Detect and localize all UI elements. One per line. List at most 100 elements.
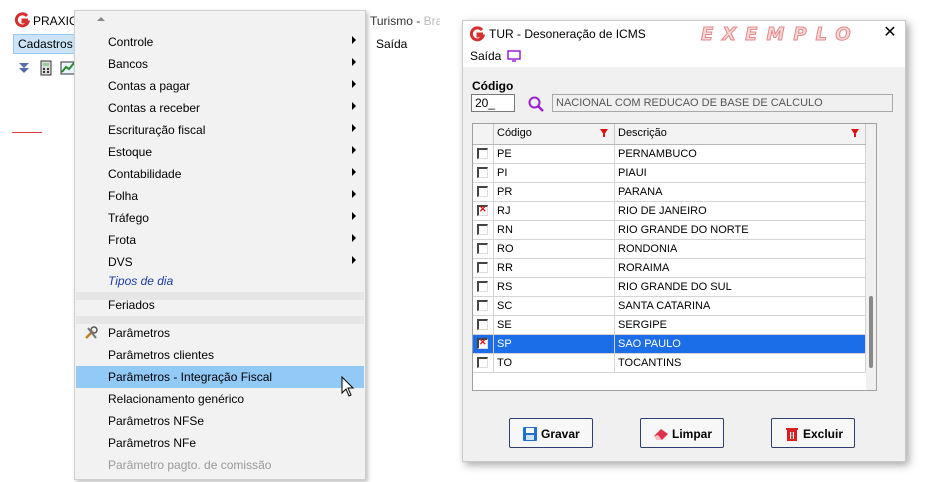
menu-item-tipos-de-dia[interactable]: Tipos de dia (76, 270, 364, 292)
cell-descricao: SERGIPE (615, 316, 866, 335)
menu-item-parametros-nfe[interactable]: Parâmetros NFe (76, 432, 364, 454)
header-check-column (473, 124, 494, 144)
app-name: PRAXIO (33, 14, 79, 28)
row-check-cell (473, 259, 494, 278)
table-row[interactable]: RN RIO GRANDE DO NORTE (473, 221, 866, 240)
grid-vertical-scrollbar[interactable] (866, 124, 876, 390)
row-checkbox[interactable] (477, 167, 488, 178)
table-row[interactable]: PI PIAUI (473, 164, 866, 183)
menu-item-trafego[interactable]: Tráfego (76, 207, 364, 229)
menu-item-estoque[interactable]: Estoque (76, 141, 364, 163)
row-checkbox[interactable] (477, 243, 488, 254)
limpar-button[interactable]: Limpar (640, 418, 724, 448)
table-row[interactable]: PE PERNAMBUCO (473, 145, 866, 164)
header-codigo[interactable]: Código (494, 124, 615, 144)
search-icon[interactable] (527, 95, 545, 113)
menu-item-contabilidade[interactable]: Contabilidade (76, 163, 364, 185)
table-row[interactable]: RJRIO DE JANEIRO (473, 202, 866, 221)
monitor-icon[interactable] (507, 50, 521, 62)
cell-descricao: RIO GRANDE DO NORTE (615, 221, 866, 240)
filter-icon[interactable] (851, 129, 859, 137)
menu-item-folha[interactable]: Folha (76, 185, 364, 207)
row-checkbox[interactable] (477, 300, 488, 311)
menu-item-bancos[interactable]: Bancos (76, 53, 364, 75)
row-checkbox[interactable] (477, 224, 488, 235)
header-descricao[interactable]: Descrição (615, 124, 866, 144)
row-checkbox[interactable] (477, 281, 488, 292)
cell-codigo: PI (494, 164, 615, 183)
cell-codigo: PE (494, 145, 615, 164)
menu-item-frota[interactable]: Frota (76, 229, 364, 251)
calculator-icon[interactable] (38, 60, 54, 76)
praxio-logo-icon (14, 12, 30, 28)
submenu-arrow-icon (352, 124, 356, 132)
dialog-menu-saida[interactable]: Saída (470, 49, 501, 63)
gravar-button[interactable]: Gravar (509, 418, 593, 448)
table-row[interactable]: SPSAO PAULO (473, 335, 866, 354)
submenu-arrow-icon (352, 58, 356, 66)
menu-cadastros[interactable]: Cadastros (13, 34, 75, 54)
cell-descricao: PARANA (615, 183, 866, 202)
row-check-cell (473, 221, 494, 240)
excluir-button[interactable]: Excluir (771, 418, 855, 448)
app-subtitle: Turismo - Bra (370, 14, 440, 28)
cell-descricao: RIO GRANDE DO SUL (615, 278, 866, 297)
menu-item-parametro-pagto-comissao[interactable]: Parâmetro pagto. de comissão (76, 454, 364, 476)
dialog-menubar: Saída (463, 47, 905, 67)
uf-grid: Código Descrição PE PERNAMBUCO PI PIAUI PR PA… (472, 123, 877, 391)
row-check-cell (473, 297, 494, 316)
table-row[interactable]: SC SANTA CATARINA (473, 297, 866, 316)
cell-codigo: RR (494, 259, 615, 278)
scroll-up-arrow-icon[interactable] (75, 11, 365, 31)
cell-descricao: PIAUI (615, 164, 866, 183)
menu-item-escrituracao-fiscal[interactable]: Escrituração fiscal (76, 119, 364, 141)
codigo-input[interactable]: 20_ (471, 94, 515, 112)
row-check-cell (473, 202, 494, 221)
praxio-logo-icon (469, 26, 485, 42)
row-checkbox[interactable] (477, 319, 488, 330)
cell-descricao: SANTA CATARINA (615, 297, 866, 316)
menu-item-parametros-clientes[interactable]: Parâmetros clientes (76, 344, 364, 366)
row-check-cell (473, 240, 494, 259)
menu-saida[interactable]: Saída (376, 37, 407, 51)
row-checkbox[interactable] (477, 186, 488, 197)
cell-descricao: TOCANTINS (615, 354, 866, 373)
collapse-arrows-icon[interactable] (16, 60, 32, 76)
menu-item-feriados[interactable]: Feriados (76, 294, 364, 316)
mouse-cursor-icon (341, 376, 355, 397)
close-icon[interactable]: ✕ (881, 24, 899, 42)
table-row[interactable]: TO TOCANTINS (473, 354, 866, 373)
menu-item-parametros[interactable]: Parâmetros (76, 322, 364, 344)
row-checkbox[interactable] (477, 357, 488, 368)
row-checkbox[interactable] (477, 262, 488, 273)
scrollbar-thumb[interactable] (869, 296, 873, 368)
menu-item-parametros-integracao-fiscal[interactable]: Parâmetros - Integração Fiscal (76, 366, 364, 388)
submenu-arrow-icon (352, 80, 356, 88)
table-row[interactable]: PR PARANA (473, 183, 866, 202)
table-row[interactable]: RR RORAIMA (473, 259, 866, 278)
eraser-icon (654, 429, 668, 440)
row-check-cell (473, 145, 494, 164)
cell-codigo: SP (494, 335, 615, 354)
table-row[interactable]: RO RONDONIA (473, 240, 866, 259)
watermark-exemplo: EXEMPLO (701, 24, 860, 46)
menu-item-relacionamento-generico[interactable]: Relacionamento genérico (76, 388, 364, 410)
row-check-cell (473, 316, 494, 335)
menu-item-parametros-nfse[interactable]: Parâmetros NFSe (76, 410, 364, 432)
row-check-cell (473, 164, 494, 183)
grid-header: Código Descrição (473, 124, 866, 145)
row-check-cell (473, 278, 494, 297)
menu-item-controle[interactable]: Controle (76, 31, 364, 53)
filter-icon[interactable] (600, 129, 608, 137)
row-checkbox[interactable] (477, 148, 488, 159)
table-row[interactable]: SE SERGIPE (473, 316, 866, 335)
row-checkbox[interactable] (477, 337, 488, 349)
submenu-arrow-icon (352, 102, 356, 110)
menu-item-contas-a-pagar[interactable]: Contas a pagar (76, 75, 364, 97)
cell-descricao: RORAIMA (615, 259, 866, 278)
menu-item-contas-a-receber[interactable]: Contas a receber (76, 97, 364, 119)
row-check-cell (473, 335, 494, 354)
row-check-cell (473, 354, 494, 373)
table-row[interactable]: RS RIO GRANDE DO SUL (473, 278, 866, 297)
row-checkbox[interactable] (477, 204, 488, 216)
